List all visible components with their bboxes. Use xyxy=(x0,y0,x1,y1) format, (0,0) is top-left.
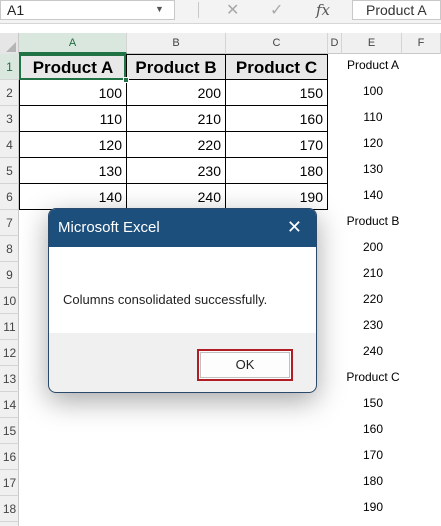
column-headers: A B C D E F xyxy=(0,33,441,54)
cell-c3[interactable]: 160 xyxy=(226,106,328,132)
cell-e4[interactable]: 120 xyxy=(343,136,403,150)
cell-e16[interactable]: 170 xyxy=(343,448,403,462)
dialog-title: Microsoft Excel xyxy=(58,219,160,236)
cell-c4[interactable]: 170 xyxy=(226,132,328,158)
dialog-titlebar[interactable]: Microsoft Excel ✕ xyxy=(49,209,316,247)
cell-a4[interactable]: 120 xyxy=(19,132,127,158)
row-header-7[interactable]: 7 xyxy=(0,210,19,236)
column-header-e[interactable]: E xyxy=(342,33,402,54)
message-dialog: Microsoft Excel ✕ Columns consolidated s… xyxy=(48,208,317,393)
cell-e1[interactable]: Product A xyxy=(343,58,403,72)
row-header-17[interactable]: 17 xyxy=(0,470,19,496)
cell-b4[interactable]: 220 xyxy=(127,132,226,158)
column-header-a[interactable]: A xyxy=(19,33,127,54)
cell-b2[interactable]: 200 xyxy=(127,80,226,106)
cell-c2[interactable]: 150 xyxy=(226,80,328,106)
cell-a1[interactable]: Product A xyxy=(19,54,127,80)
row-header-1[interactable]: 1 xyxy=(0,54,19,80)
row-header-8[interactable]: 8 xyxy=(0,236,19,262)
cell-e13[interactable]: Product C xyxy=(343,370,403,384)
cell-b1[interactable]: Product B xyxy=(127,54,226,80)
cell-b3[interactable]: 210 xyxy=(127,106,226,132)
row-header-10[interactable]: 10 xyxy=(0,288,19,314)
row-header-16[interactable]: 16 xyxy=(0,444,19,470)
formula-bar: A1 ▼ ✕ ✓ fx Product A xyxy=(0,0,441,24)
cell-e8[interactable]: 200 xyxy=(343,240,403,254)
cell-e3[interactable]: 110 xyxy=(343,110,403,124)
row-header-9[interactable]: 9 xyxy=(0,262,19,288)
row-header-6[interactable]: 6 xyxy=(0,184,19,210)
column-header-f[interactable]: F xyxy=(402,33,441,54)
cell-c1[interactable]: Product C xyxy=(226,54,328,80)
cell-b6[interactable]: 240 xyxy=(127,184,226,210)
cell-a2[interactable]: 100 xyxy=(19,80,127,106)
cell-e2[interactable]: 100 xyxy=(343,84,403,98)
row-header-13[interactable]: 13 xyxy=(0,366,19,392)
row-header-15[interactable]: 15 xyxy=(0,418,19,444)
cell-e9[interactable]: 210 xyxy=(343,266,403,280)
formula-input[interactable]: Product A xyxy=(352,0,441,20)
dialog-message: Columns consolidated successfully. xyxy=(63,292,268,307)
row-header-18[interactable]: 18 xyxy=(0,496,19,522)
row-header-5[interactable]: 5 xyxy=(0,158,19,184)
cell-e11[interactable]: 230 xyxy=(343,318,403,332)
formula-value: Product A xyxy=(366,2,427,18)
dialog-body: Columns consolidated successfully. xyxy=(49,247,316,333)
cell-e7[interactable]: Product B xyxy=(343,214,403,228)
row-header-11[interactable]: 11 xyxy=(0,314,19,340)
close-icon[interactable]: ✕ xyxy=(287,217,302,238)
cell-c6[interactable]: 190 xyxy=(226,184,328,210)
column-header-b[interactable]: B xyxy=(127,33,226,54)
ok-button[interactable]: OK xyxy=(197,349,293,381)
cell-b5[interactable]: 230 xyxy=(127,158,226,184)
name-box[interactable]: A1 xyxy=(0,0,175,20)
cancel-icon[interactable]: ✕ xyxy=(226,0,239,20)
row-header-12[interactable]: 12 xyxy=(0,340,19,366)
cell-e5[interactable]: 130 xyxy=(343,162,403,176)
cell-a6[interactable]: 140 xyxy=(19,184,127,210)
cell-e18[interactable]: 190 xyxy=(343,500,403,514)
select-all-corner[interactable] xyxy=(0,33,19,54)
column-header-d[interactable]: D xyxy=(328,33,342,54)
name-box-dropdown-icon[interactable]: ▼ xyxy=(155,4,164,14)
column-header-c[interactable]: C xyxy=(226,33,328,54)
cell-e17[interactable]: 180 xyxy=(343,474,403,488)
cell-e10[interactable]: 220 xyxy=(343,292,403,306)
row-header-14[interactable]: 14 xyxy=(0,392,19,418)
row-headers: 1 2 3 4 5 6 7 8 9 10 11 12 13 14 15 16 1… xyxy=(0,54,19,526)
ok-button-label: OK xyxy=(235,357,255,372)
row-header-3[interactable]: 3 xyxy=(0,106,19,132)
enter-icon[interactable]: ✓ xyxy=(270,0,283,20)
cell-e15[interactable]: 160 xyxy=(343,422,403,436)
cell-a5[interactable]: 130 xyxy=(19,158,127,184)
fill-handle[interactable] xyxy=(123,77,129,83)
function-icon[interactable]: fx xyxy=(316,1,330,19)
row-header-2[interactable]: 2 xyxy=(0,80,19,106)
cell-e12[interactable]: 240 xyxy=(343,344,403,358)
cell-a3[interactable]: 110 xyxy=(19,106,127,132)
cell-c5[interactable]: 180 xyxy=(226,158,328,184)
name-box-value: A1 xyxy=(7,2,25,18)
cell-e6[interactable]: 140 xyxy=(343,188,403,202)
row-header-4[interactable]: 4 xyxy=(0,132,19,158)
formula-bar-separator xyxy=(198,2,199,18)
cell-e14[interactable]: 150 xyxy=(343,396,403,410)
